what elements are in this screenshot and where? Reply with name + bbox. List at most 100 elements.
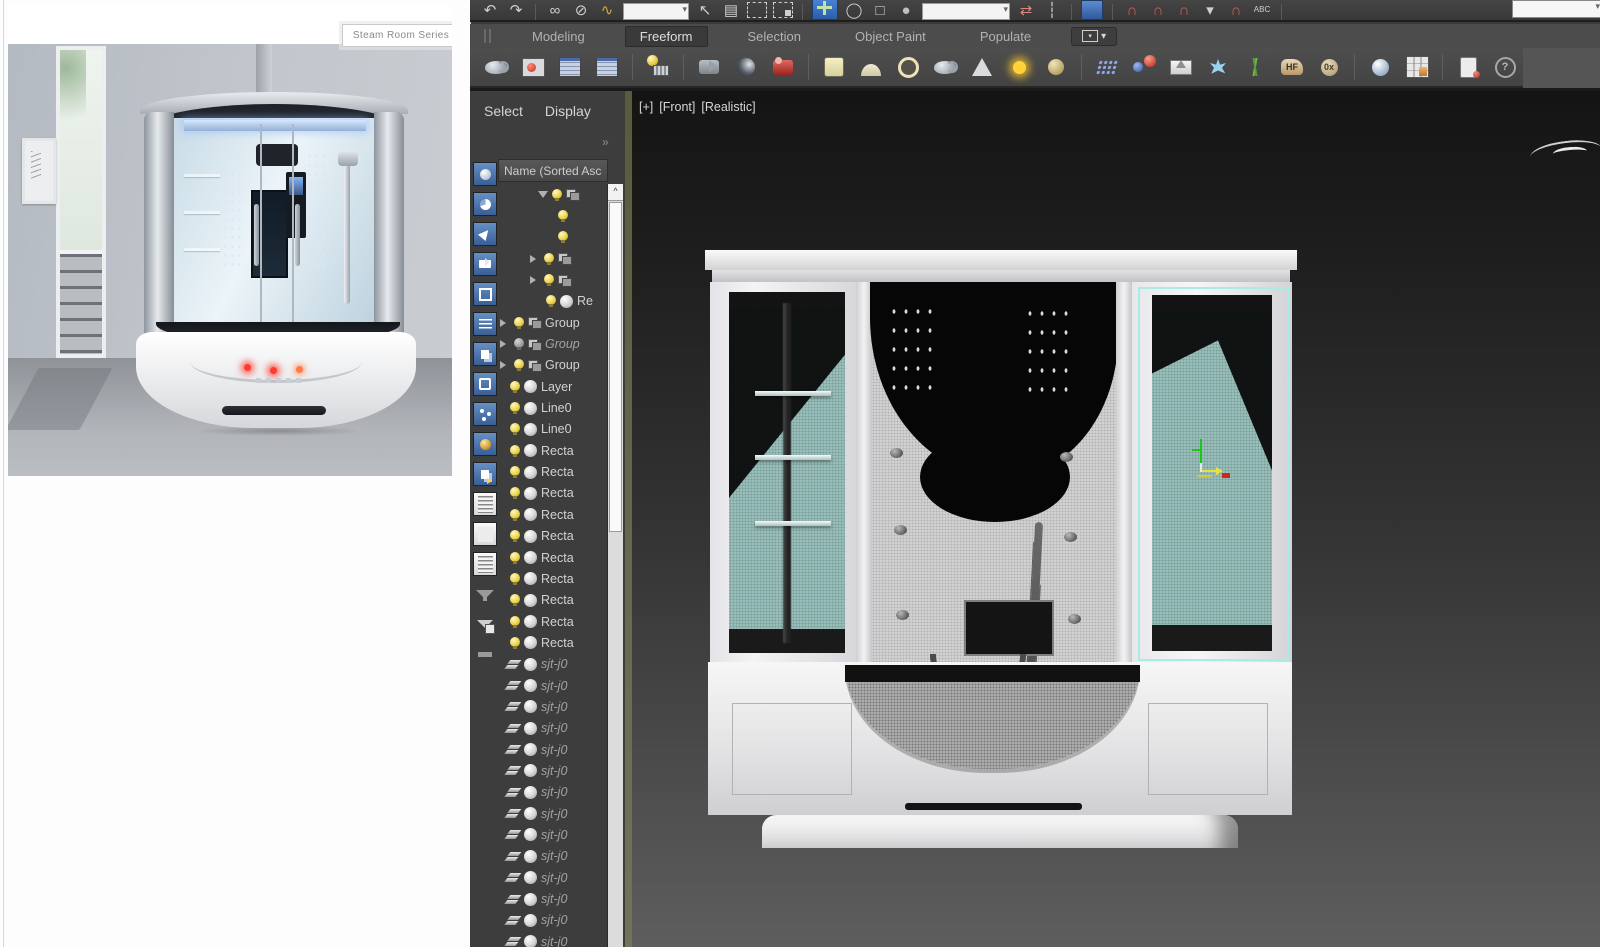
explorer-row[interactable]: sjt-j0 (498, 718, 606, 739)
viewport-view-menu[interactable]: [Front] (659, 100, 695, 114)
visibility-bulb-icon[interactable] (510, 487, 520, 499)
hidden-state-icon[interactable] (506, 936, 520, 947)
expand-arrow-icon[interactable] (530, 276, 540, 284)
grass-foliage-button[interactable] (1241, 53, 1269, 81)
explorer-row[interactable]: sjt-j0 (498, 782, 606, 803)
hidden-state-icon[interactable] (506, 894, 520, 905)
explorer-row[interactable]: Group (498, 312, 606, 333)
explorer-overflow-chevrons[interactable]: » (602, 135, 609, 149)
menu-select[interactable]: Select (484, 103, 523, 119)
hidden-state-icon[interactable] (506, 872, 520, 883)
select-by-name-icon[interactable]: ▤ (721, 0, 741, 20)
select-and-rotate-icon[interactable]: ◯ (844, 0, 864, 20)
explorer-row[interactable]: sjt-j0 (498, 739, 606, 760)
explorer-row[interactable]: Re (498, 291, 606, 312)
visibility-bulb-icon[interactable] (510, 616, 520, 628)
explorer-row[interactable]: sjt-j0 (498, 910, 606, 931)
visibility-bulb-icon[interactable] (510, 381, 520, 393)
display-groups-button[interactable] (473, 342, 497, 366)
align-icon[interactable]: ┆ (1042, 0, 1062, 20)
visibility-bulb-icon[interactable] (544, 274, 554, 286)
hidden-state-icon[interactable] (506, 701, 520, 712)
visibility-bulb-icon[interactable] (558, 210, 568, 222)
expand-arrow-icon[interactable] (500, 340, 510, 348)
explorer-row[interactable] (498, 269, 606, 290)
visibility-bulb-icon[interactable] (510, 637, 520, 649)
explorer-row[interactable]: sjt-j0 (498, 846, 606, 867)
camera-gray-button[interactable] (695, 53, 723, 81)
hidden-state-icon[interactable] (506, 659, 520, 670)
display-materials-button[interactable] (473, 432, 497, 456)
material-slate-grid-button[interactable] (1403, 53, 1431, 81)
tab-object-paint[interactable]: Object Paint (841, 27, 940, 46)
display-geometry-button[interactable] (473, 162, 497, 186)
visibility-bulb-icon[interactable] (510, 423, 520, 435)
rectangular-selection-region[interactable] (747, 0, 767, 20)
select-and-scale-icon[interactable]: □ (870, 0, 890, 20)
explorer-row[interactable]: sjt-j0 (498, 760, 606, 781)
select-object-icon[interactable]: ↖ (695, 0, 715, 20)
reference-coordinate-combo[interactable] (922, 3, 1010, 20)
named-selection-combo[interactable] (1512, 0, 1600, 18)
explorer-row[interactable]: Recta (498, 483, 606, 504)
explorer-row[interactable] (498, 184, 606, 205)
named-selection-sets-icon[interactable]: ABC (1252, 0, 1272, 20)
explorer-row[interactable]: Recta (498, 568, 606, 589)
use-center-icon[interactable]: ● (896, 0, 916, 20)
tab-populate[interactable]: Populate (966, 27, 1045, 46)
redo-icon[interactable]: ↷ (506, 0, 526, 20)
display-shapes-button[interactable] (473, 192, 497, 216)
ribbon-overflow-button[interactable]: ▾▾ (1071, 27, 1117, 46)
explorer-row[interactable]: Line0 (498, 419, 606, 440)
camera-red-button[interactable] (769, 53, 797, 81)
tab-selection[interactable]: Selection (734, 27, 815, 46)
help-button[interactable]: ? (1491, 53, 1519, 81)
explorer-row[interactable]: Group (498, 355, 606, 376)
light-ring-button[interactable] (894, 53, 922, 81)
hidden-state-icon[interactable] (506, 915, 520, 926)
explorer-row[interactable] (498, 227, 606, 248)
explorer-row[interactable]: Recta (498, 590, 606, 611)
explorer-row[interactable] (498, 248, 606, 269)
display-helpers-button[interactable] (473, 282, 497, 306)
visibility-bulb-icon[interactable] (510, 466, 520, 478)
visibility-bulb-icon[interactable] (552, 189, 562, 201)
visibility-bulb-icon[interactable] (558, 231, 568, 243)
explorer-row[interactable]: sjt-j0 (498, 654, 606, 675)
hidden-state-icon[interactable] (506, 808, 520, 819)
display-spacewarps-button[interactable] (473, 312, 497, 336)
window-crossing[interactable] (773, 0, 793, 20)
select-and-link-icon[interactable]: ∞ (545, 0, 565, 20)
display-xrefs-button[interactable] (473, 462, 497, 486)
hidden-state-icon[interactable] (506, 829, 520, 840)
sphere-light-button[interactable] (1042, 53, 1070, 81)
teapot-wire-button[interactable] (931, 53, 959, 81)
display-containers-button[interactable] (473, 402, 497, 426)
molecule-button[interactable] (1130, 53, 1158, 81)
explorer-row[interactable]: Recta (498, 504, 606, 525)
clipboard-button[interactable] (1454, 53, 1482, 81)
hidden-state-icon[interactable] (506, 787, 520, 798)
light-square-button[interactable] (820, 53, 848, 81)
hidden-state-icon[interactable] (506, 744, 520, 755)
list-view-2-button[interactable] (473, 552, 497, 576)
explorer-row[interactable]: sjt-j0 (498, 803, 606, 824)
explorer-row[interactable]: sjt-j0 (498, 867, 606, 888)
light-cone-button[interactable] (968, 53, 996, 81)
visibility-bulb-icon[interactable] (510, 594, 520, 606)
data-table-button[interactable] (556, 53, 584, 81)
explorer-row[interactable]: Recta (498, 440, 606, 461)
visibility-bulb-icon[interactable] (514, 338, 524, 350)
ribbon-grip[interactable] (484, 29, 492, 43)
visibility-bulb-icon[interactable] (510, 573, 520, 585)
particle-dot-grid-button[interactable] (1093, 53, 1121, 81)
list-view-button[interactable] (473, 492, 497, 516)
explorer-row[interactable]: sjt-j0 (498, 824, 606, 845)
data-table-2-button[interactable] (593, 53, 621, 81)
light-lister-button[interactable] (644, 53, 672, 81)
explorer-row[interactable]: Group (498, 333, 606, 354)
visibility-bulb-icon[interactable] (510, 509, 520, 521)
name-column-header[interactable]: Name (Sorted Asc (498, 159, 608, 182)
explorer-row[interactable] (498, 205, 606, 226)
camera-dark-sphere-button[interactable] (732, 53, 760, 81)
